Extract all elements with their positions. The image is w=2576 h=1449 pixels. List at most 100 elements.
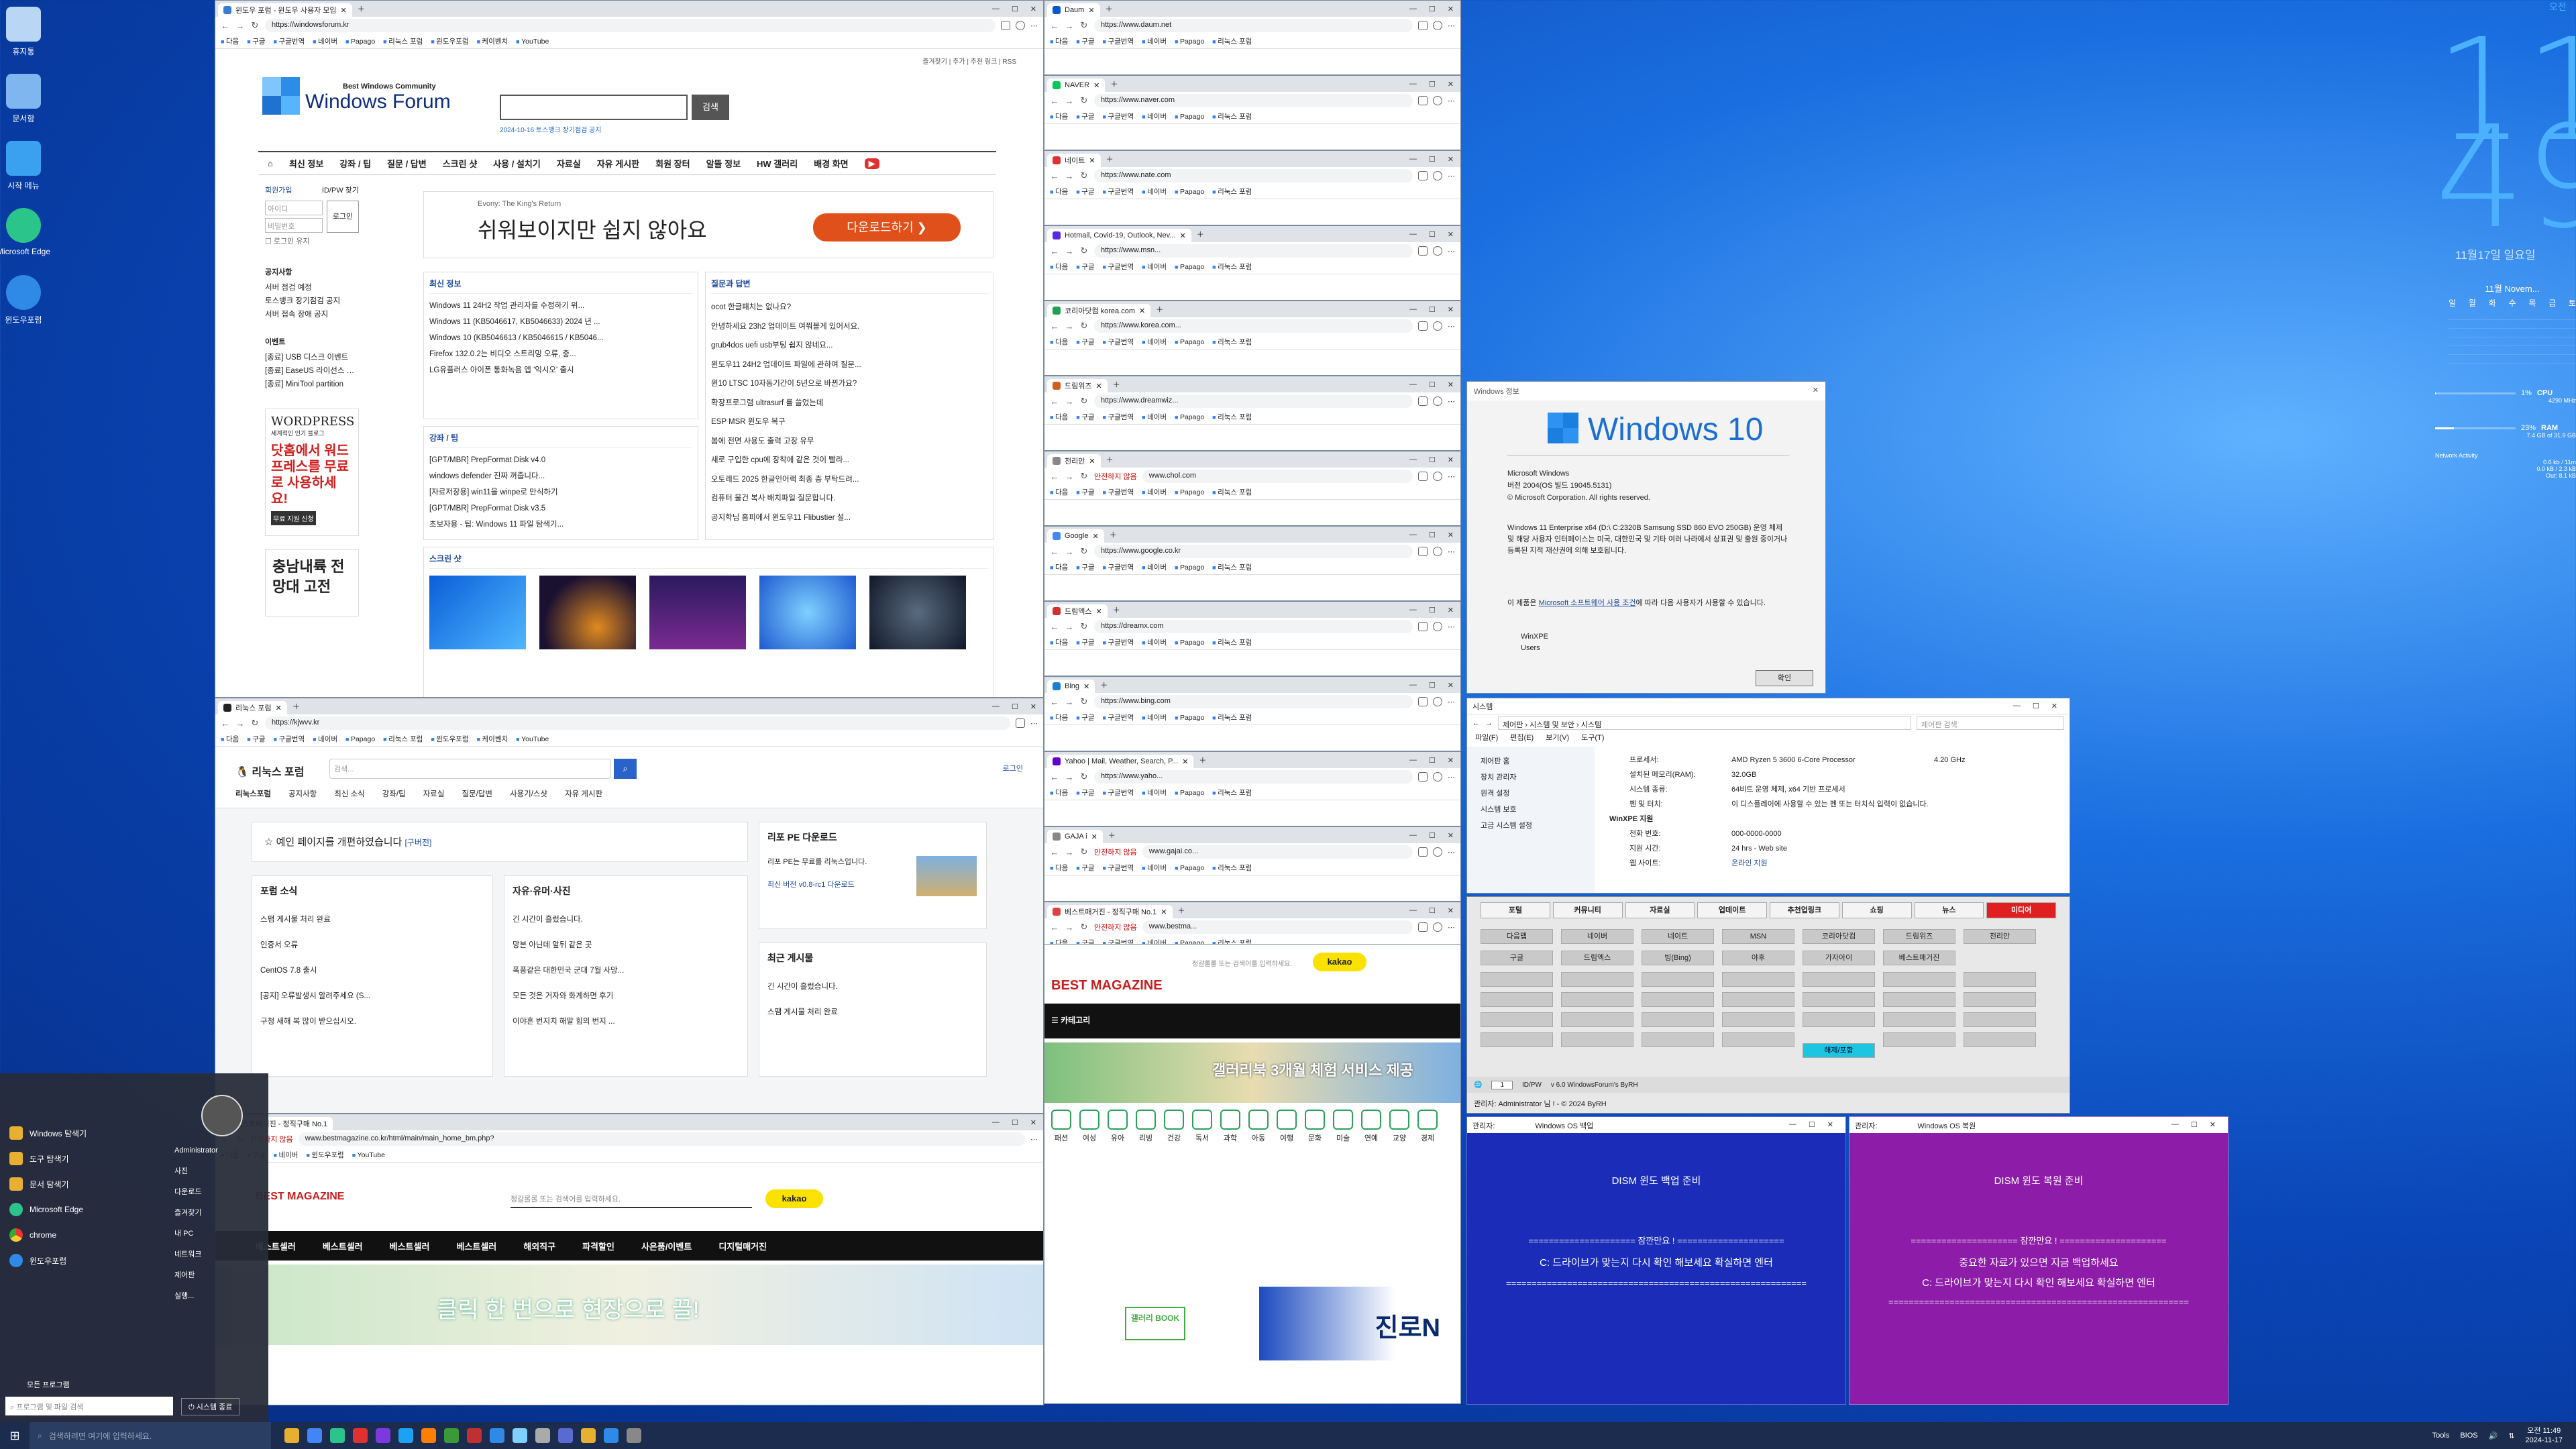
bookmark-item[interactable]: Papago [1175,263,1204,271]
favorite-icon[interactable] [1418,472,1428,481]
start-item[interactable]: 문서 탐색기 [0,1171,168,1197]
maximize-icon[interactable]: ☐ [1429,906,1436,915]
menu-item[interactable]: 보기(V) [1546,732,1569,745]
screenshot-thumbnail[interactable] [759,576,856,649]
bookmark-item[interactable]: 다음 [1050,863,1068,873]
menu-icon[interactable]: ⋯ [1030,719,1038,728]
bookmark-item[interactable]: Papago [1175,488,1204,496]
taskbar-clock[interactable]: 오전 11:49 2024-11-17 [2526,1426,2563,1445]
bookmark-item[interactable]: YouTube [516,38,549,46]
top-links[interactable]: 즐겨찾기 | 추가 | 추천 링크 | RSS [922,56,1016,66]
license-link[interactable]: Microsoft 소프트웨어 사용 조건 [1539,599,1636,607]
maximize-icon[interactable]: ☐ [1429,831,1436,840]
bookmark-item[interactable]: 네이버 [1142,863,1167,873]
bookmark-item[interactable]: 네이버 [1142,262,1167,272]
minimize-icon[interactable]: — [1409,906,1417,915]
ok-button[interactable]: 확인 [1756,670,1813,686]
minimize-icon[interactable]: — [1409,380,1417,389]
close-window-icon[interactable]: ✕ [1448,531,1454,539]
launcher-tab[interactable]: 포털 [1481,902,1550,918]
bookmark-item[interactable]: 케이벤치 [477,36,508,46]
forward-icon[interactable]: → [235,21,245,31]
nav-item[interactable]: 파격할인 [582,1240,614,1252]
profile-icon[interactable] [1433,21,1442,30]
menu-icon[interactable]: ⋯ [1448,848,1455,857]
close-tab-icon[interactable]: ✕ [1095,382,1102,390]
close-window-icon[interactable]: ✕ [1030,702,1036,711]
maximize-icon[interactable]: ☐ [1429,606,1436,614]
menu-icon[interactable]: ⋯ [1448,397,1455,406]
insecure-badge[interactable]: 안전하지 않음 [1094,922,1137,932]
menu-item[interactable]: 편집(E) [1510,732,1534,745]
site-search-input[interactable] [500,95,688,120]
taskbar-app-icon[interactable] [421,1428,436,1443]
empty-slot-button[interactable] [1561,992,1633,1007]
minimize-icon[interactable]: — [1409,80,1417,89]
profile-icon[interactable] [1433,246,1442,256]
bookmark-item[interactable]: 리눅스 포럼 [1212,562,1252,572]
close-window-icon[interactable]: ✕ [1448,606,1454,614]
list-item[interactable]: [GPT/MBR] PrepFormat Disk v3.5 [429,500,692,517]
list-item[interactable]: 오토레드 2025 한글인어랙 최종 층 부탁드려... [711,470,987,490]
maximize-icon[interactable]: ☐ [1012,5,1018,13]
profile-icon[interactable] [1433,96,1442,105]
close-window-icon[interactable]: ✕ [1448,831,1454,840]
close-tab-icon[interactable]: ✕ [1083,682,1089,691]
bookmark-item[interactable]: 다음 [1050,186,1068,197]
start-item[interactable]: 윈도우포럼 [0,1248,168,1273]
reload-icon[interactable]: ↻ [1079,170,1089,181]
support-link[interactable]: 온라인 지원 [1731,857,1933,870]
back-icon[interactable]: ← [1050,321,1059,331]
insecure-badge[interactable]: 안전하지 않음 [1094,471,1137,482]
site-button[interactable]: 구글 [1481,951,1553,965]
url-field[interactable]: www.gajai.co... [1142,845,1413,859]
start-right-item[interactable]: 다운로드 [174,1182,268,1203]
url-field[interactable]: https://dreamx.com [1094,620,1413,633]
bookmark-item[interactable]: 구글번역 [1103,788,1134,798]
bookmark-item[interactable]: Papago [1175,564,1204,572]
maximize-icon[interactable]: ☐ [1809,1120,1815,1130]
bookmark-item[interactable]: 구글번역 [1103,111,1134,121]
taskbar-app-icon[interactable] [330,1428,345,1443]
minimize-icon[interactable]: — [1409,455,1417,464]
documents-icon[interactable]: 문서함 [0,74,60,124]
maximize-icon[interactable]: ☐ [1429,756,1436,765]
category-icon[interactable]: 여성 [1079,1110,1099,1143]
empty-slot-button[interactable] [1883,1032,1955,1047]
bookmark-item[interactable]: 구글 [1076,562,1094,572]
reload-icon[interactable]: ↻ [1079,546,1089,557]
list-item[interactable]: 윈10 LTSC 10자동기간이 5년으로 바뀐가요? [711,374,987,394]
minimize-icon[interactable]: — [2171,1120,2179,1130]
forward-icon[interactable]: → [1065,622,1074,632]
old-version-link[interactable]: [구버전] [405,838,432,847]
menu-icon[interactable]: ⋯ [1448,322,1455,331]
category-icon[interactable]: 독서 [1192,1110,1212,1143]
new-tab-icon[interactable]: ＋ [1108,830,1116,841]
browser-tab[interactable]: Google ✕ [1047,529,1104,543]
bookmark-item[interactable]: 네이버 [313,36,337,46]
profile-icon[interactable] [1433,396,1442,406]
site-button[interactable]: 천리안 [1964,929,2036,944]
bookmark-item[interactable]: Papago [1175,939,1204,945]
category-icon[interactable]: 문화 [1305,1110,1325,1143]
bookmark-item[interactable]: 구글 [247,734,265,744]
minimize-icon[interactable]: — [1409,831,1417,840]
empty-slot-button[interactable] [1883,972,1955,987]
home-icon[interactable]: ⌂ [268,158,273,168]
back-icon[interactable]: ← [1050,21,1059,31]
empty-slot-button[interactable] [1481,1012,1553,1027]
taskbar-app-icon[interactable] [490,1428,504,1443]
favorite-icon[interactable] [1418,772,1428,782]
join-link[interactable]: 회원가입 [265,184,292,195]
list-item[interactable]: Windows 11 (KB5046617, KB5046633) 2024 년… [429,314,692,330]
nav-item[interactable]: 베스트셀러 [323,1240,363,1252]
favorite-icon[interactable] [1418,622,1428,631]
list-item[interactable]: 폭풍같은 대한민국 군대 7월 사망... [513,958,739,983]
close-window-icon[interactable]: ✕ [1448,906,1454,915]
nav-item[interactable]: 배경 화면 [814,157,848,170]
empty-slot-button[interactable] [1481,1032,1553,1047]
empty-slot-button[interactable] [1964,1012,2036,1027]
extension-icon[interactable] [1001,21,1010,30]
globe-icon[interactable]: 🌐 [1474,1081,1482,1089]
taskbar-search[interactable]: ⌕ 검색하려면 여기에 입력하세요. [30,1422,271,1449]
